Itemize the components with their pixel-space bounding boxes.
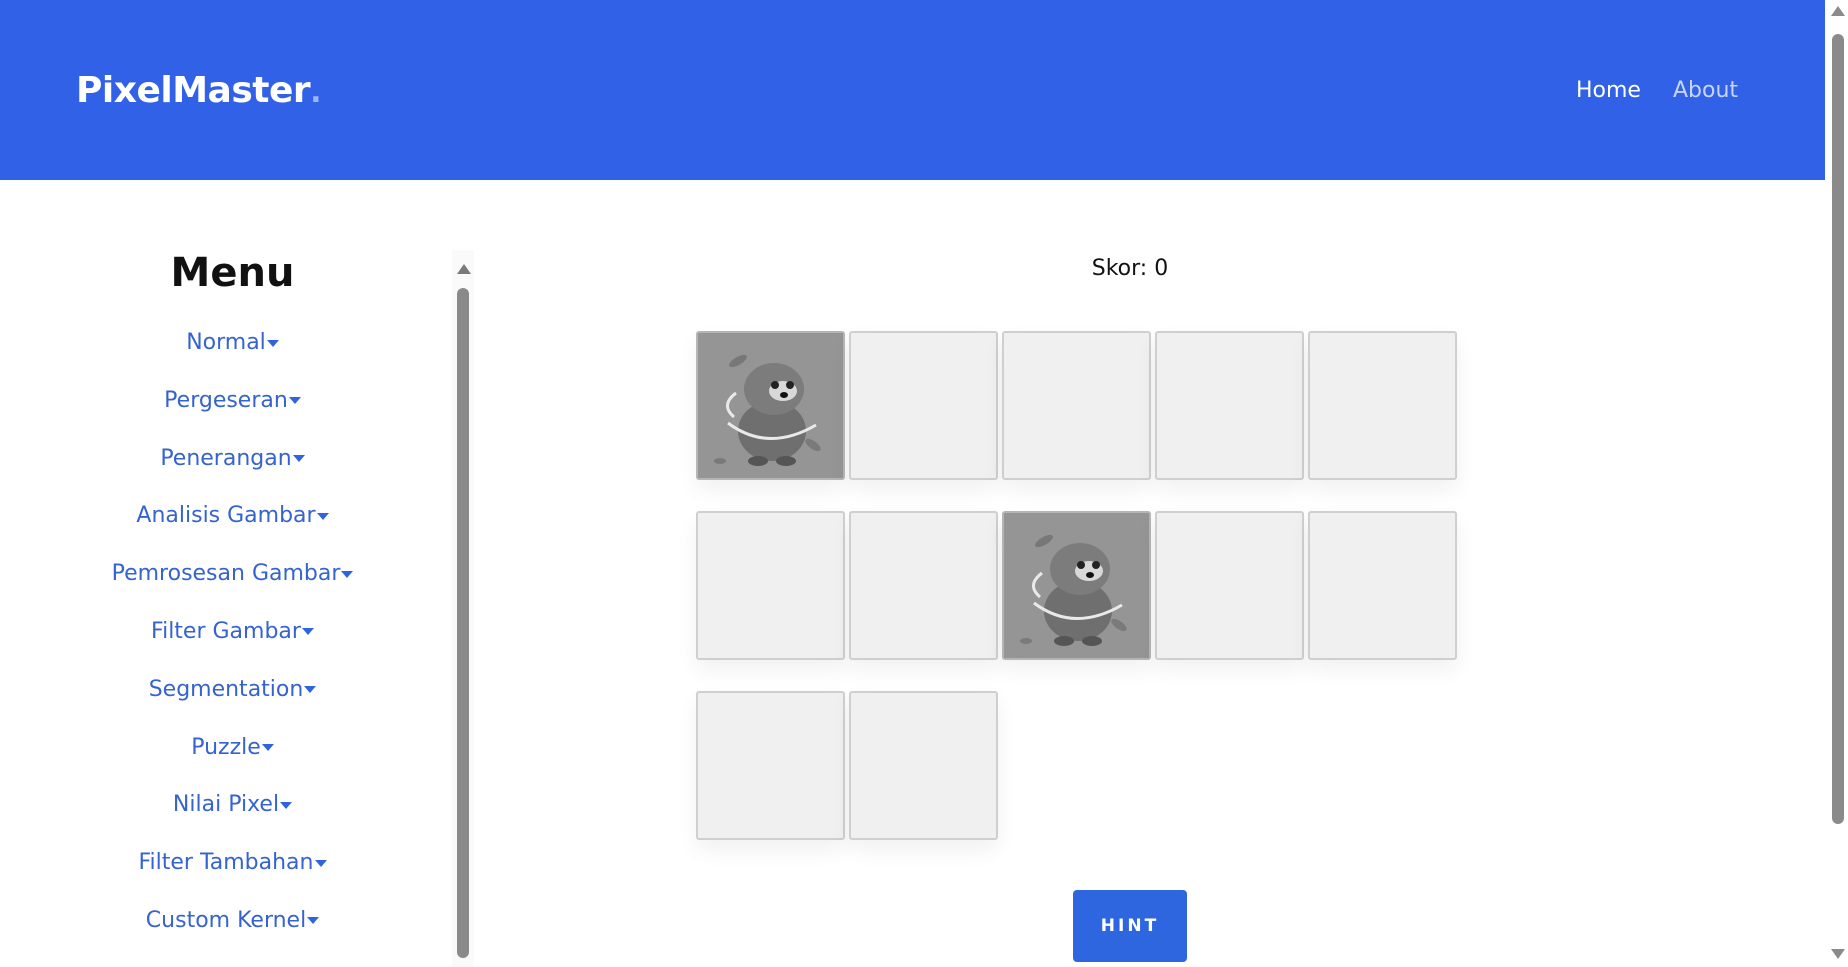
scroll-up-arrow-icon[interactable] bbox=[1831, 6, 1845, 16]
caret-down-icon bbox=[307, 917, 320, 925]
memory-card[interactable] bbox=[1002, 511, 1151, 660]
memory-card[interactable] bbox=[1155, 511, 1304, 660]
menu-item-label: Nilai Pixel bbox=[172, 792, 280, 818]
memory-card[interactable] bbox=[696, 511, 845, 660]
brand-logo[interactable]: PixelMaster. bbox=[76, 70, 322, 111]
memory-card[interactable] bbox=[849, 691, 998, 840]
page-scrollbar-thumb[interactable] bbox=[1832, 34, 1844, 824]
menu-item-label: Pergeseran bbox=[164, 387, 288, 413]
caret-down-icon bbox=[316, 512, 329, 520]
memory-card[interactable] bbox=[1155, 331, 1304, 480]
caret-down-icon bbox=[261, 744, 274, 752]
menu-item-label: Pemrosesan Gambar bbox=[111, 561, 341, 587]
menu-title: Menu bbox=[170, 250, 295, 296]
menu-item-nilai-pixel[interactable]: Nilai Pixel bbox=[0, 790, 465, 848]
caret-down-icon bbox=[280, 801, 293, 809]
menu-item-pergeseran[interactable]: Pergeseran bbox=[0, 386, 465, 444]
menu-item-filter-gambar[interactable]: Filter Gambar bbox=[0, 617, 465, 675]
nav-link-about[interactable]: About bbox=[1673, 78, 1738, 103]
caret-down-icon bbox=[292, 455, 305, 463]
menu-item-label: Normal bbox=[186, 330, 266, 355]
menu-item-filter-tambahan[interactable]: Filter Tambahan bbox=[0, 848, 465, 906]
menu-list: Normal Pergeseran Penerangan Analisis Ga… bbox=[0, 328, 465, 964]
hint-button[interactable]: HINT bbox=[1073, 890, 1187, 962]
sidebar-menu: Menu Normal Pergeseran Penerangan Analis… bbox=[0, 250, 465, 967]
brand-name: PixelMaster bbox=[76, 70, 311, 111]
caret-down-icon bbox=[288, 397, 301, 405]
memory-card[interactable] bbox=[849, 331, 998, 480]
score-label: Skor: 0 bbox=[1091, 256, 1169, 281]
menu-item-label: Segmentation bbox=[148, 676, 304, 702]
menu-item-penerangan[interactable]: Penerangan bbox=[0, 444, 465, 502]
nav-link-home[interactable]: Home bbox=[1576, 78, 1641, 103]
menu-item-normal[interactable]: Normal bbox=[0, 328, 465, 386]
sidebar-scrollbar[interactable] bbox=[452, 250, 474, 967]
otter-icon bbox=[1004, 513, 1149, 658]
menu-item-puzzle[interactable]: Puzzle bbox=[0, 733, 465, 791]
memory-card[interactable] bbox=[1002, 331, 1151, 480]
caret-down-icon bbox=[341, 570, 354, 578]
menu-item-custom-kernel[interactable]: Custom Kernel bbox=[0, 906, 465, 964]
scroll-up-arrow-icon[interactable] bbox=[457, 264, 471, 274]
caret-down-icon bbox=[266, 339, 279, 347]
page-scrollbar[interactable] bbox=[1825, 0, 1848, 967]
caret-down-icon bbox=[301, 628, 314, 636]
sidebar-scrollbar-thumb[interactable] bbox=[457, 288, 469, 958]
menu-item-label: Analisis Gambar bbox=[136, 503, 316, 529]
memory-card[interactable] bbox=[696, 691, 845, 840]
menu-item-label: Filter Tambahan bbox=[138, 850, 314, 876]
menu-item-label: Filter Gambar bbox=[151, 618, 301, 644]
menu-item-label: Custom Kernel bbox=[145, 907, 307, 933]
caret-down-icon bbox=[314, 859, 327, 867]
caret-down-icon bbox=[304, 686, 317, 694]
memory-card[interactable] bbox=[849, 511, 998, 660]
memory-card[interactable] bbox=[1308, 511, 1457, 660]
memory-card[interactable] bbox=[696, 331, 845, 480]
menu-item-label: Penerangan bbox=[160, 445, 292, 471]
otter-icon bbox=[698, 333, 843, 478]
menu-item-segmentation[interactable]: Segmentation bbox=[0, 675, 465, 733]
scroll-down-arrow-icon[interactable] bbox=[1831, 949, 1845, 959]
menu-item-analisis-gambar[interactable]: Analisis Gambar bbox=[0, 501, 465, 559]
menu-item-pemrosesan-gambar[interactable]: Pemrosesan Gambar bbox=[0, 559, 465, 617]
menu-item-label: Puzzle bbox=[191, 734, 261, 760]
memory-card-grid bbox=[696, 331, 1576, 841]
navbar: PixelMaster. Home About bbox=[0, 0, 1825, 180]
brand-dot: . bbox=[310, 75, 322, 110]
memory-card[interactable] bbox=[1308, 331, 1457, 480]
